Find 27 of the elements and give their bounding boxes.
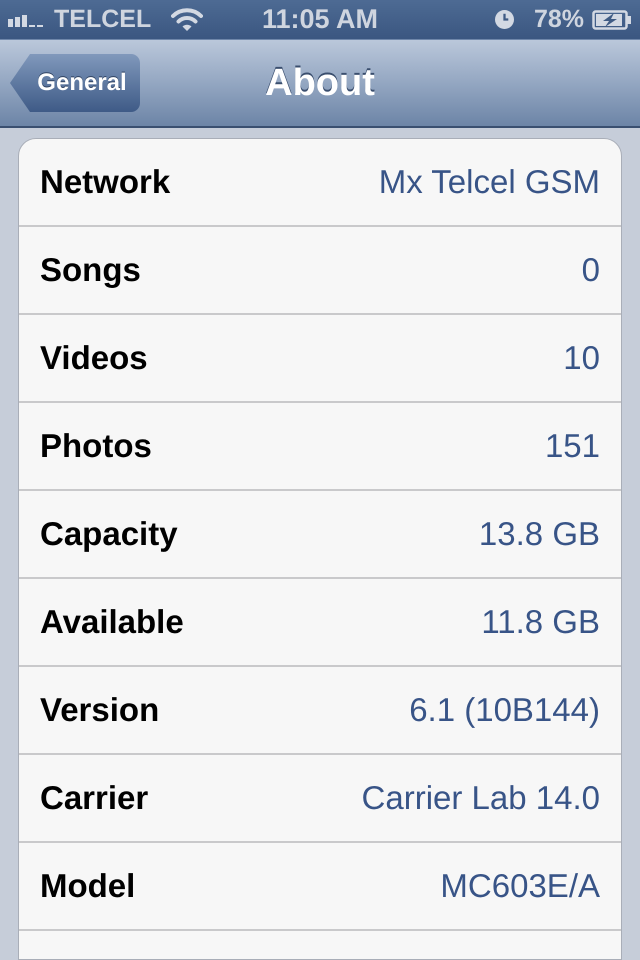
battery-percentage: 78% [534, 7, 584, 32]
info-value: 6.1 (10B144) [409, 690, 600, 730]
info-label: Carrier [40, 778, 148, 818]
info-value: 10 [563, 338, 600, 378]
info-label: Photos [40, 426, 152, 466]
info-label: Songs [40, 250, 141, 290]
info-label: Network [40, 162, 170, 202]
info-value: Carrier Lab 14.0 [362, 778, 600, 818]
info-value: 151 [544, 426, 600, 466]
info-value: 11.8 GB [481, 602, 600, 642]
info-label: Version [40, 690, 160, 730]
signal-strength-icon [8, 12, 46, 26]
clock-icon [494, 10, 514, 29]
info-label: Capacity [40, 514, 178, 554]
info-label: Model [40, 866, 136, 906]
info-value: Mx Telcel GSM [378, 162, 600, 202]
back-button[interactable]: General [10, 54, 140, 112]
info-value: MC603E/A [440, 866, 600, 906]
info-value: 0 [582, 250, 600, 290]
charging-battery-icon [592, 10, 632, 30]
carrier-name: TELCEL [54, 7, 152, 32]
info-label: Available [40, 602, 184, 642]
status-time: 11:05 AM [262, 6, 378, 33]
wifi-icon [171, 8, 204, 32]
page-title: About [265, 60, 375, 106]
info-label: Videos [40, 338, 148, 378]
info-value: 13.8 GB [478, 514, 600, 554]
